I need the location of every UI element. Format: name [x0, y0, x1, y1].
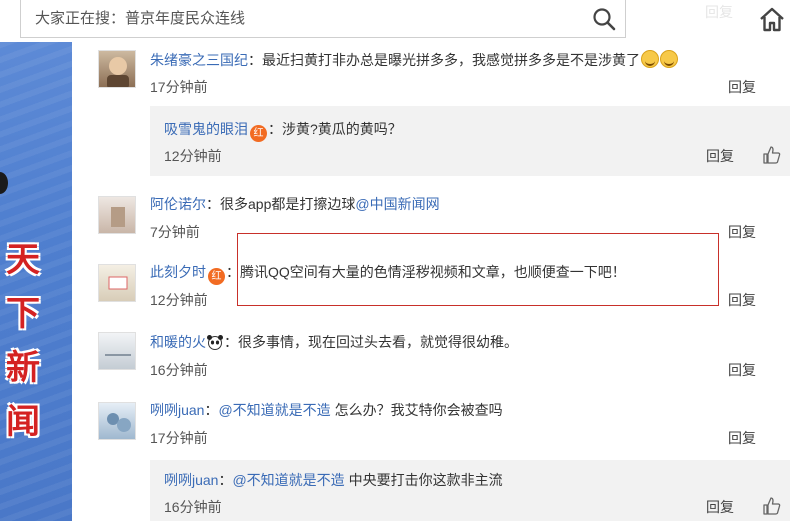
search-icon[interactable] [591, 6, 617, 32]
highlight-box [237, 233, 719, 306]
comment-username[interactable]: 和暖的火 [150, 334, 206, 350]
comment-username[interactable]: 吸雪鬼的眼泪 [164, 121, 248, 137]
comment-time: 17分钟前 [150, 79, 208, 95]
comment-text: 怎么办？我艾特你会被查吗 [330, 402, 503, 418]
comment-username[interactable]: 咧咧juan [150, 402, 204, 418]
reply-button[interactable]: 回复 [728, 222, 756, 242]
banner-title: 天 下 新 闻 [4, 234, 48, 450]
comment-time: 17分钟前 [150, 430, 208, 446]
comment-time: 12分钟前 [164, 148, 222, 164]
laugh-emoji-icon [641, 50, 659, 68]
banner-char: 下 [6, 294, 40, 334]
comment-username[interactable]: 朱绪豪之三国纪 [150, 52, 248, 68]
mention-link[interactable]: @中国新闻网 [355, 196, 439, 212]
laugh-emoji-icon [660, 50, 678, 68]
banner-char: 天 [6, 240, 40, 280]
thumbs-up-icon[interactable] [762, 496, 782, 516]
comment-text: ：很多app都是打擦边球 [206, 196, 356, 212]
comment-time: 16分钟前 [150, 362, 208, 378]
home-icon[interactable] [757, 4, 787, 34]
comment-username[interactable]: 阿伦诺尔 [150, 196, 206, 212]
avatar[interactable] [98, 50, 136, 88]
comment-text-line: 吸雪鬼的眼泪红：涉黄?黄瓜的黄吗？ [164, 119, 402, 142]
top-bar: 回复 [0, 0, 790, 42]
vip-badge-icon: 红 [250, 125, 267, 142]
reply-button[interactable]: 回复 [706, 146, 734, 166]
comment-text-line: 咧咧juan：@不知道就是不造 怎么办？我艾特你会被查吗 [150, 400, 503, 420]
comment-text: ：涉黄?黄瓜的黄吗？ [268, 121, 402, 137]
comment-text-line: 咧咧juan：@不知道就是不造 中央要打击你这款非主流 [164, 470, 503, 490]
avatar[interactable] [98, 196, 136, 234]
comment-text-prefix: ： [204, 402, 219, 418]
banner-char: 新 [6, 348, 40, 388]
comment-text: ：很多事情，现在回过头去看，就觉得很幼稚。 [224, 334, 518, 350]
vip-badge-icon: 红 [208, 268, 225, 285]
avatar[interactable] [98, 264, 136, 302]
avatar[interactable] [98, 402, 136, 440]
comment-username[interactable]: 咧咧juan [164, 472, 218, 488]
reply-button[interactable]: 回复 [728, 428, 756, 448]
reply-button[interactable]: 回复 [728, 290, 756, 310]
comment-time: 16分钟前 [164, 499, 222, 515]
comment-text: ：最近扫黄打非办总是曝光拼多多，我感觉拼多多是不是涉黄了 [248, 52, 640, 68]
comment-text-line: 朱绪豪之三国纪：最近扫黄打非办总是曝光拼多多，我感觉拼多多是不是涉黄了 [150, 50, 678, 70]
banner-char: 闻 [6, 402, 40, 442]
comment-text-line: 阿伦诺尔：很多app都是打擦边球@中国新闻网 [150, 194, 440, 214]
search-box [20, 0, 626, 38]
nested-reply: 吸雪鬼的眼泪红：涉黄?黄瓜的黄吗？ 12分钟前 回复 [150, 106, 790, 176]
thumbs-up-icon[interactable] [762, 145, 782, 165]
faint-reply-text: 回复 [705, 4, 733, 20]
comment-time: 7分钟前 [150, 224, 200, 240]
comment-text: 中央要打击你这款非主流 [344, 472, 503, 488]
nested-reply: 咧咧juan：@不知道就是不造 中央要打击你这款非主流 16分钟前 回复 [150, 460, 790, 521]
mention-link[interactable]: @不知道就是不造 [218, 402, 330, 418]
panda-emoji-icon [206, 334, 224, 350]
mention-link[interactable]: @不知道就是不造 [232, 472, 344, 488]
comment-time: 12分钟前 [150, 292, 208, 308]
search-input[interactable] [21, 0, 561, 36]
avatar[interactable] [98, 332, 136, 370]
comment-text-prefix: ： [218, 472, 233, 488]
reply-button[interactable]: 回复 [728, 360, 756, 380]
reply-button[interactable]: 回复 [706, 497, 734, 517]
reply-button[interactable]: 回复 [728, 77, 756, 97]
comment-text-line: 和暖的火 ：很多事情，现在回过头去看，就觉得很幼稚。 [150, 332, 518, 352]
comment-username[interactable]: 此刻夕时 [150, 264, 206, 280]
news-banner[interactable]: 天 下 新 闻 [0, 42, 72, 521]
